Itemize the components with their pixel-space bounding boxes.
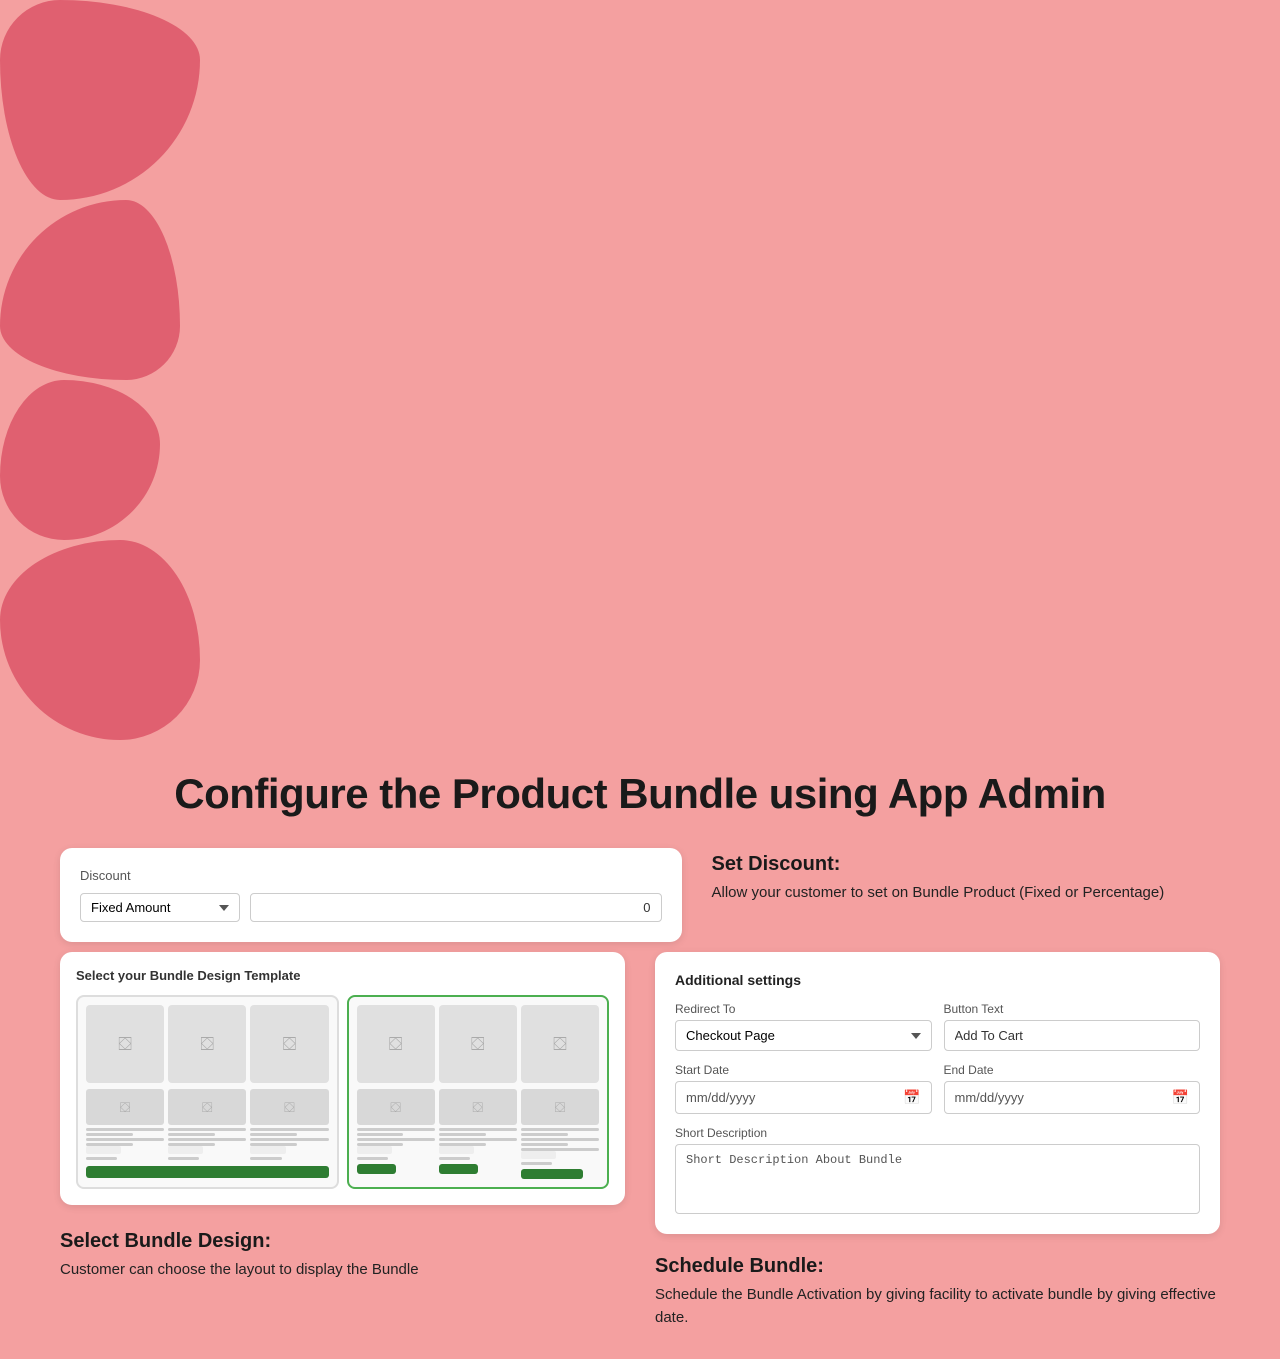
- end-date-label: End Date: [944, 1063, 1201, 1077]
- page-title: Configure the Product Bundle using App A…: [60, 770, 1220, 818]
- discount-label: Discount: [80, 868, 662, 883]
- end-date-group: End Date mm/dd/yyyy 📅: [944, 1063, 1201, 1114]
- redirect-chevron-icon: [911, 1033, 921, 1039]
- calendar-icon-2: 📅: [1172, 1089, 1189, 1106]
- add-btn-mini-2: [439, 1164, 478, 1174]
- template-item-2b: ⛋: [439, 1005, 517, 1083]
- add-btn-mini-1: [357, 1164, 396, 1174]
- end-date-input[interactable]: mm/dd/yyyy 📅: [944, 1081, 1201, 1114]
- product-img-6: ⛋: [521, 1089, 599, 1125]
- redirect-to-select[interactable]: Checkout Page: [675, 1020, 932, 1051]
- button-text-input[interactable]: [944, 1020, 1201, 1051]
- left-column: Select your Bundle Design Template ⛋ ⛋ ⛋…: [60, 952, 625, 1282]
- set-discount-section: Set Discount: Allow your customer to set…: [712, 848, 1221, 905]
- product-img-5: ⛋: [439, 1089, 517, 1125]
- redirect-to-label: Redirect To: [675, 1002, 932, 1016]
- redirect-to-group: Redirect To Checkout Page: [675, 1002, 932, 1051]
- start-date-placeholder: mm/dd/yyyy: [686, 1090, 755, 1105]
- discount-select[interactable]: Fixed Amount: [80, 893, 240, 922]
- bundle-card-title: Select your Bundle Design Template: [76, 968, 609, 983]
- chevron-down-icon: [219, 905, 229, 911]
- product-img-4: ⛋: [357, 1089, 435, 1125]
- button-text-group: Button Text: [944, 1002, 1201, 1051]
- bundle-design-section: Select Bundle Design: Customer can choos…: [60, 1225, 625, 1282]
- templates-row: ⛋ ⛋ ⛋ ⛋: [76, 995, 609, 1189]
- set-discount-title: Set Discount:: [712, 853, 1221, 876]
- redirect-to-value: Checkout Page: [686, 1028, 775, 1043]
- short-description-group: Short Description Short Description Abou…: [675, 1126, 1200, 1214]
- start-date-group: Start Date mm/dd/yyyy 📅: [675, 1063, 932, 1114]
- template-item-2c: ⛋: [521, 1005, 599, 1083]
- template-item-2a: ⛋: [357, 1005, 435, 1083]
- calendar-icon: 📅: [903, 1089, 920, 1106]
- short-description-textarea[interactable]: Short Description About Bundle: [675, 1144, 1200, 1214]
- template-item-1c: ⛋: [250, 1005, 328, 1083]
- set-discount-text: Allow your customer to set on Bundle Pro…: [712, 882, 1221, 905]
- right-column: Additional settings Redirect To Checkout…: [655, 952, 1220, 1329]
- bundle-design-title: Select Bundle Design:: [60, 1230, 625, 1253]
- add-btn-mini-3: [521, 1169, 584, 1179]
- bundle-design-card: Select your Bundle Design Template ⛋ ⛋ ⛋…: [60, 952, 625, 1205]
- button-text-label: Button Text: [944, 1002, 1201, 1016]
- end-date-placeholder: mm/dd/yyyy: [955, 1090, 1024, 1105]
- start-date-label: Start Date: [675, 1063, 932, 1077]
- discount-card: Discount Fixed Amount: [60, 848, 682, 942]
- product-img-2: ⛋: [168, 1089, 246, 1125]
- template-option-2[interactable]: ⛋ ⛋ ⛋ ⛋: [347, 995, 610, 1189]
- product-img-1: ⛋: [86, 1089, 164, 1125]
- template-option-1[interactable]: ⛋ ⛋ ⛋ ⛋: [76, 995, 339, 1189]
- additional-settings-card: Additional settings Redirect To Checkout…: [655, 952, 1220, 1234]
- settings-card-title: Additional settings: [675, 972, 1200, 988]
- short-description-label: Short Description: [675, 1126, 1200, 1140]
- bundle-design-text: Customer can choose the layout to displa…: [60, 1259, 625, 1282]
- schedule-bundle-text: Schedule the Bundle Activation by giving…: [655, 1284, 1220, 1329]
- discount-amount-input[interactable]: [250, 893, 662, 922]
- product-img-3: ⛋: [250, 1089, 328, 1125]
- template-item-1b: ⛋: [168, 1005, 246, 1083]
- schedule-bundle-section: Schedule Bundle: Schedule the Bundle Act…: [655, 1250, 1220, 1329]
- start-date-input[interactable]: mm/dd/yyyy 📅: [675, 1081, 932, 1114]
- discount-select-value: Fixed Amount: [91, 900, 171, 915]
- schedule-bundle-title: Schedule Bundle:: [655, 1255, 1220, 1278]
- add-to-bundle-btn-1: [86, 1166, 329, 1178]
- template-item-1a: ⛋: [86, 1005, 164, 1083]
